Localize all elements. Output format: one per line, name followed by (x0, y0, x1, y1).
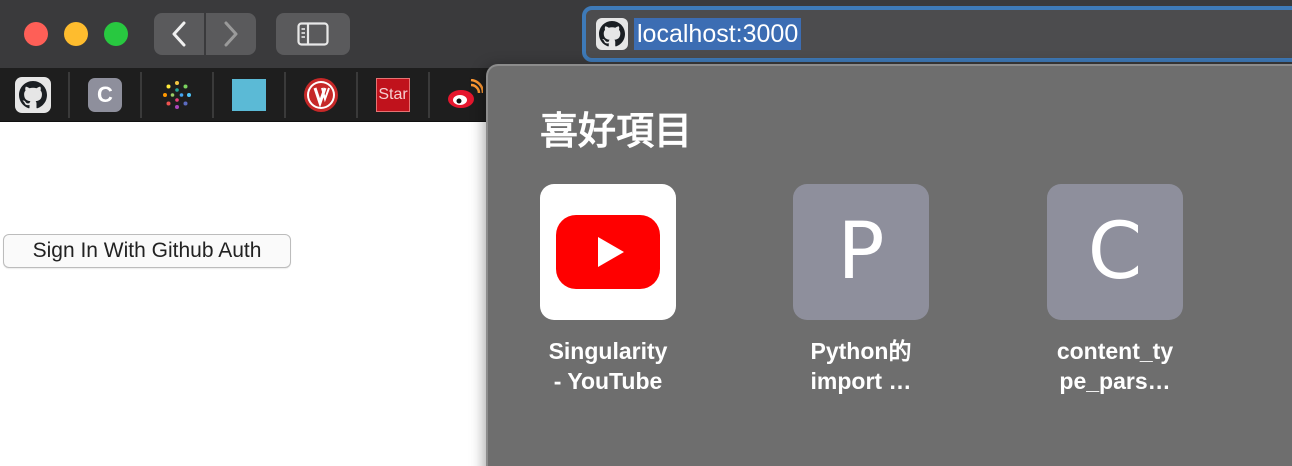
favorite-label: Python的 import … (810, 338, 912, 394)
favorites-popover: 喜好項目 Singularity - YouTube P Python的 imp… (486, 64, 1292, 466)
favorite-item[interactable]: P Python的 import … (776, 184, 946, 396)
maximize-window-button[interactable] (104, 22, 128, 46)
letter-c-icon: C (88, 78, 122, 112)
star-icon: Star (376, 78, 410, 112)
address-bar[interactable]: localhost:3000 (582, 6, 1292, 62)
favorite-label: content_ty pe_pars… (1056, 338, 1174, 394)
favorite-item[interactable]: C content_ty pe_pars… (1030, 184, 1200, 396)
sidebar-icon (297, 22, 329, 46)
bookmark-star[interactable]: Star (375, 77, 411, 113)
bookmark-red-v[interactable] (303, 77, 339, 113)
bookmark-weibo[interactable] (447, 77, 483, 113)
weibo-icon (448, 79, 483, 108)
youtube-icon (556, 215, 660, 289)
bookmark-github[interactable] (15, 77, 51, 113)
bookmark-separator (356, 72, 358, 118)
url-text[interactable]: localhost:3000 (634, 18, 802, 50)
favorite-tile[interactable]: C (1047, 184, 1183, 320)
bookmark-blue[interactable] (231, 77, 267, 113)
sign-in-button[interactable]: Sign In With Github Auth (3, 234, 291, 268)
bookmark-c[interactable]: C (87, 77, 123, 113)
chevron-left-icon (172, 21, 186, 47)
red-v-icon (304, 78, 338, 112)
favorite-tile[interactable] (540, 184, 676, 320)
chevron-right-icon (224, 21, 238, 47)
back-button[interactable] (154, 13, 204, 55)
favorite-label: Singularity - YouTube (548, 338, 668, 394)
bookmark-separator (212, 72, 214, 118)
close-window-button[interactable] (24, 22, 48, 46)
favorites-title: 喜好項目 (540, 111, 693, 153)
dots-circle-icon (163, 81, 191, 109)
minimize-window-button[interactable] (64, 22, 88, 46)
favorite-tile[interactable]: P (793, 184, 929, 320)
bookmark-separator (428, 72, 430, 118)
sidebar-toggle-button[interactable] (276, 13, 350, 55)
bookmark-dots[interactable] (159, 77, 195, 113)
title-bar: localhost:3000 (0, 0, 1292, 68)
github-icon (596, 18, 628, 50)
bookmark-separator (140, 72, 142, 118)
bookmark-separator (284, 72, 286, 118)
favorite-item[interactable]: Singularity - YouTube (523, 184, 693, 396)
blue-square-icon (232, 79, 266, 111)
bookmark-separator (68, 72, 70, 118)
forward-button[interactable] (206, 13, 256, 55)
github-icon (15, 77, 51, 113)
